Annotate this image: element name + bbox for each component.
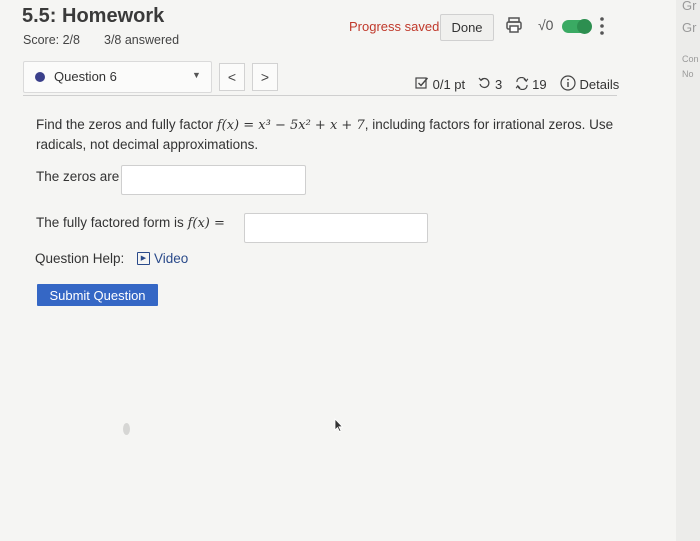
- question-help-label: Question Help:: [35, 251, 125, 266]
- factored-input[interactable]: [244, 213, 428, 243]
- assignment-title: 5.5: Homework: [22, 5, 165, 27]
- points-text: 0/1 pt: [432, 77, 466, 92]
- cursor-icon: [334, 418, 344, 437]
- zeros-label: The zeros are: [36, 169, 120, 184]
- math-toggle[interactable]: [562, 19, 592, 34]
- question-bar: Question 6 ▼ < > 0/1 pt 3 19 Details: [23, 61, 619, 96]
- progress-status: Progress saved: [349, 19, 440, 34]
- more-vertical-icon[interactable]: [598, 15, 606, 37]
- checkbox-icon: [415, 76, 429, 93]
- question-stats: 0/1 pt 3 19 Details: [415, 75, 619, 94]
- video-icon: ▶: [137, 252, 150, 265]
- attempts-icon: [515, 76, 529, 93]
- sidebar-item-4[interactable]: No: [682, 69, 694, 79]
- main-panel: 5.5: Homework Score: 2/8 3/8 answered Pr…: [0, 0, 676, 541]
- prev-question-button[interactable]: <: [219, 63, 245, 91]
- factored-label: The fully factored form is f(x) =: [36, 215, 225, 231]
- print-icon[interactable]: [505, 16, 523, 34]
- attempts-count: 19: [532, 77, 547, 92]
- question-selector[interactable]: Question 6 ▼: [23, 61, 212, 93]
- question-status-dot: [35, 72, 45, 82]
- next-question-button[interactable]: >: [252, 63, 278, 91]
- factored-label-text: The fully factored form is: [36, 215, 188, 230]
- video-link[interactable]: ▶ Video: [137, 251, 188, 266]
- screen-smudge: [123, 423, 130, 435]
- math-input-label: √0: [538, 17, 554, 33]
- retries-count: 3: [495, 77, 503, 92]
- score-text: Score: 2/8: [23, 33, 80, 47]
- dropdown-caret-icon: ▼: [192, 70, 201, 80]
- zeros-input[interactable]: [121, 165, 306, 195]
- answered-count: 3/8 answered: [104, 33, 180, 47]
- submit-question-button[interactable]: Submit Question: [37, 284, 158, 306]
- factored-math: f(x) =: [187, 216, 225, 231]
- done-button[interactable]: Done: [440, 14, 494, 41]
- sidebar-item-1[interactable]: Gr: [682, 0, 696, 13]
- question-text-before: Find the zeros and fully factor: [36, 117, 217, 132]
- right-sidebar: Gr Gr Con No: [676, 0, 700, 541]
- sidebar-item-2[interactable]: Gr: [682, 20, 696, 35]
- sidebar-item-3[interactable]: Con: [682, 54, 699, 64]
- retry-icon: [478, 77, 491, 93]
- question-label: Question 6: [54, 69, 117, 84]
- video-label: Video: [154, 251, 189, 266]
- info-icon[interactable]: [560, 75, 576, 94]
- question-function: f(x) = x³ − 5x² + x + 7: [216, 118, 365, 133]
- question-text: Find the zeros and fully factor f(x) = x…: [36, 115, 616, 154]
- details-link[interactable]: Details: [579, 77, 619, 92]
